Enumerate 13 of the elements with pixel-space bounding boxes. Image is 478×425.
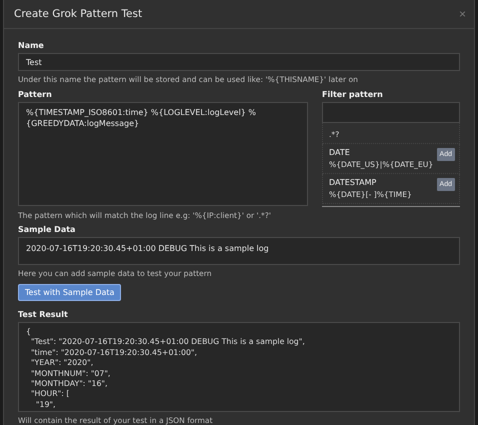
dialog-title: Create Grok Pattern Test <box>14 8 142 20</box>
field-label: Pattern <box>18 90 53 99</box>
field-label: Test Result <box>18 310 69 319</box>
field-label: Filter pattern <box>322 90 384 99</box>
pattern-name: DATESTAMP <box>329 178 378 187</box>
test-button[interactable]: Test with Sample Data <box>18 284 122 301</box>
pattern-input-field[interactable]: %{TIMESTAMP_ISO8601:time} %{LOGLEVEL:logLevel} %{GREEDYDATA:logMessage} <box>18 102 308 206</box>
name-input-field[interactable]: Test <box>18 53 460 71</box>
field-label: Name <box>18 41 45 50</box>
pattern-name: DATE <box>329 148 351 157</box>
filter-input-field[interactable] <box>322 102 460 123</box>
sample-data-input-field[interactable]: 2020-07-16T19:20:30.45+01:00 DEBUG This is a sample log <box>18 237 460 265</box>
field-label: Sample Data <box>18 225 76 234</box>
